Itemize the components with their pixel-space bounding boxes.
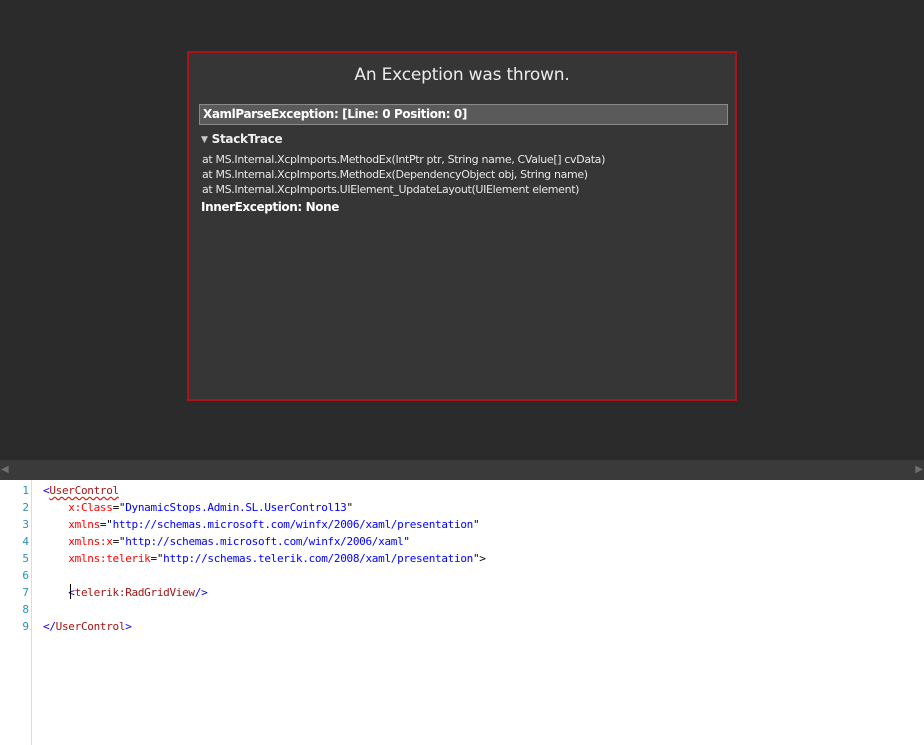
text-caret <box>70 584 71 599</box>
code-token: http://schemas.microsoft.com/winfx/2006/… <box>112 518 474 531</box>
code-token: http://schemas.microsoft.com/winfx/2006/… <box>125 535 404 548</box>
line-number: 1 <box>22 484 29 497</box>
stacktrace-lines: at MS.Internal.XcpImports.MethodEx(IntPt… <box>202 152 605 197</box>
code-token: "> <box>472 552 486 565</box>
code-token: x:Class <box>68 501 113 514</box>
design-surface: An Exception was thrown. XamlParseExcept… <box>0 0 924 460</box>
stacktrace-line: at MS.Internal.XcpImports.MethodEx(IntPt… <box>202 153 606 166</box>
exception-type-header[interactable]: XamlParseException: [Line: 0 Position: 0… <box>199 104 728 125</box>
code-token: /> <box>194 586 208 599</box>
line-number: 6 <box>22 569 29 582</box>
line-number: 9 <box>22 620 29 633</box>
horizontal-scrollbar[interactable]: ◀ ▶ <box>0 460 924 480</box>
code-line[interactable]: </UserControl> <box>43 618 132 635</box>
code-token: " <box>472 518 480 531</box>
line-number: 4 <box>22 535 29 548</box>
scroll-left-arrow-icon[interactable]: ◀ <box>1 464 9 476</box>
code-token: telerik:RadGridView <box>74 586 195 599</box>
code-token: </ <box>43 620 56 633</box>
stacktrace-line: at MS.Internal.XcpImports.MethodEx(Depen… <box>202 168 588 181</box>
stacktrace-label: StackTrace <box>211 132 283 146</box>
code-token: > <box>125 620 132 633</box>
code-token: =" <box>150 552 164 565</box>
stacktrace-line: at MS.Internal.XcpImports.UIElement_Upda… <box>202 183 580 196</box>
code-token: UserControl <box>49 484 119 497</box>
code-line[interactable]: xmlns:x="http://schemas.microsoft.com/wi… <box>43 533 410 550</box>
exception-panel: An Exception was thrown. XamlParseExcept… <box>187 51 737 401</box>
line-number: 8 <box>22 603 29 616</box>
code-line[interactable]: xmlns="http://schemas.microsoft.com/winf… <box>43 516 479 533</box>
code-token: =" <box>112 501 126 514</box>
line-number: 2 <box>22 501 29 514</box>
code-token: xmlns:telerik <box>68 552 151 565</box>
line-number: 3 <box>22 518 29 531</box>
code-token: UserControl <box>55 620 126 633</box>
xaml-code-editor[interactable]: 1 2 3 4 5 6 7 8 9 <UserControl x:Class="… <box>0 480 924 745</box>
line-number-gutter: 1 2 3 4 5 6 7 8 9 <box>0 480 32 745</box>
inner-exception-text: InnerException: None <box>201 200 339 214</box>
scroll-right-arrow-icon[interactable]: ▶ <box>915 464 923 476</box>
line-number: 7 <box>22 586 29 599</box>
code-token: DynamicStops.Admin.SL.UserControl13 <box>125 501 347 514</box>
code-token: " <box>403 535 410 548</box>
stacktrace-expander[interactable]: ▼ StackTrace <box>201 132 283 146</box>
code-line[interactable]: <UserControl <box>43 482 119 499</box>
exception-title: An Exception was thrown. <box>354 65 570 85</box>
code-token: =" <box>99 518 113 531</box>
code-token: " <box>346 501 354 514</box>
code-line[interactable]: xmlns:telerik="http://schemas.telerik.co… <box>43 550 486 567</box>
code-token: =" <box>112 535 126 548</box>
expand-triangle-icon[interactable]: ▼ <box>201 135 208 145</box>
code-token: http://schemas.telerik.com/2008/xaml/pre… <box>163 552 473 565</box>
code-line[interactable]: x:Class="DynamicStops.Admin.SL.UserContr… <box>43 499 353 516</box>
code-token: xmlns:x <box>68 535 113 548</box>
code-line[interactable]: <telerik:RadGridView/> <box>43 584 207 601</box>
code-token: xmlns <box>68 518 100 531</box>
line-number: 5 <box>22 552 29 565</box>
